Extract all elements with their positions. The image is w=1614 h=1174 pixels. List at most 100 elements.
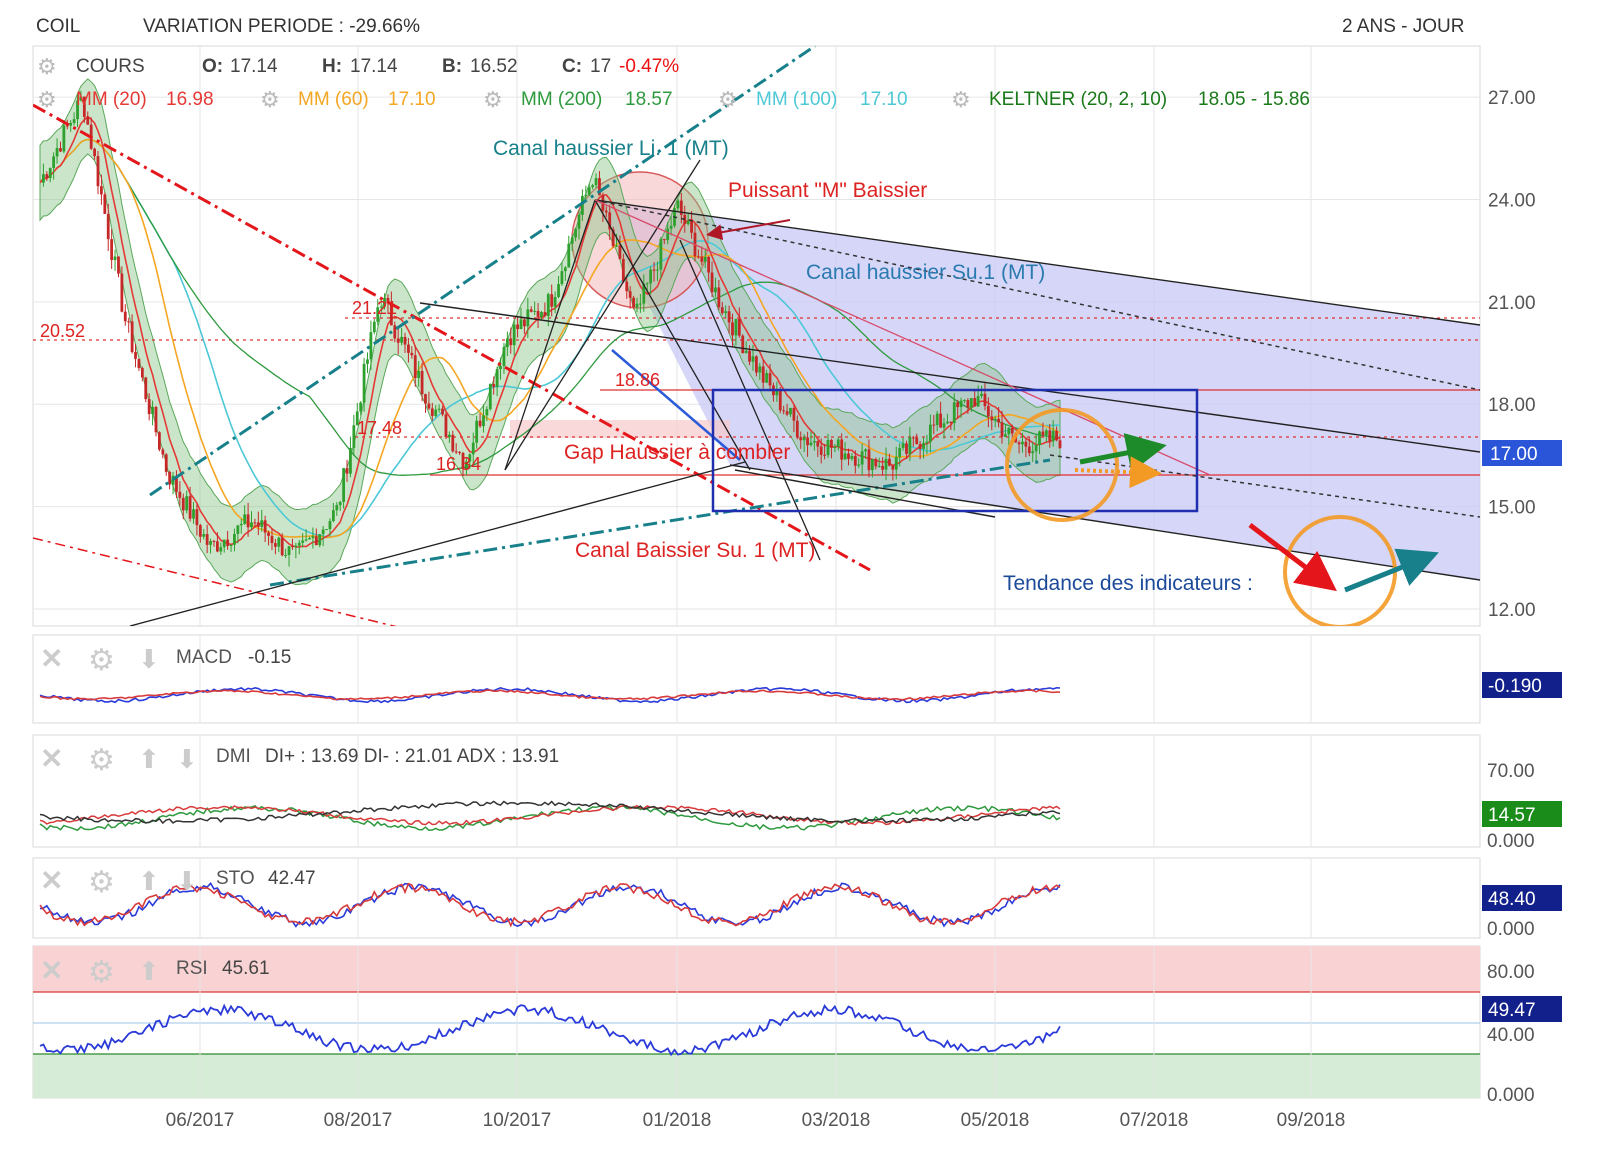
candle-body xyxy=(335,505,339,511)
candle-body xyxy=(795,420,799,438)
candle-body xyxy=(509,338,513,346)
candle-body xyxy=(806,437,809,446)
candle-body xyxy=(444,414,448,438)
arrow-down-icon[interactable]: ⬇ xyxy=(176,744,198,774)
arrow-down-icon[interactable]: ⬇ xyxy=(138,644,160,674)
close-icon[interactable]: ✕ xyxy=(40,643,63,674)
candle-body xyxy=(676,200,680,209)
candle-body xyxy=(727,311,731,323)
candle-body xyxy=(291,546,294,548)
candle-body xyxy=(192,509,195,519)
candle-body xyxy=(799,437,803,441)
candle-body xyxy=(983,393,987,406)
close-icon[interactable]: ✕ xyxy=(40,865,63,896)
arrow-up-icon[interactable]: ⬆ xyxy=(138,744,160,774)
candle-body xyxy=(1048,430,1052,442)
candle-body xyxy=(263,520,267,533)
candle-body xyxy=(236,525,240,534)
gear-icon[interactable]: ⚙ xyxy=(37,54,57,79)
gear-icon[interactable]: ⚙ xyxy=(88,956,115,989)
open-key: O: xyxy=(202,56,223,77)
close-icon[interactable]: ✕ xyxy=(40,743,63,774)
candle-body xyxy=(997,418,1000,423)
mm20-value: 16.98 xyxy=(166,89,214,110)
candle-body xyxy=(618,245,622,259)
candle-body xyxy=(140,368,144,378)
open-value: 17.14 xyxy=(230,56,278,77)
gear-icon[interactable]: ⚙ xyxy=(483,87,503,112)
keltner-value: 18.05 - 15.86 xyxy=(1198,89,1310,110)
candle-body xyxy=(345,468,349,474)
candle-body xyxy=(301,540,305,543)
candle-body xyxy=(523,319,526,327)
candle-body xyxy=(147,399,151,415)
candle-body xyxy=(308,538,311,540)
candle-body xyxy=(407,344,410,353)
candle-body xyxy=(843,453,847,460)
gear-icon[interactable]: ⚙ xyxy=(718,87,738,112)
candle-body xyxy=(151,406,154,415)
rsi-tick-80: 80.00 xyxy=(1487,962,1535,983)
candle-body xyxy=(321,529,325,535)
candle-body xyxy=(973,398,977,407)
annotation-gap: Gap Haussier à combler xyxy=(564,441,790,464)
x-tick-label: 03/2018 xyxy=(802,1110,871,1131)
candle-body xyxy=(918,444,922,449)
candle-body xyxy=(594,178,598,186)
arrow-up-icon[interactable]: ⬆ xyxy=(138,956,160,986)
candle-body xyxy=(226,539,230,546)
candle-body xyxy=(717,287,721,308)
gear-icon[interactable]: ⚙ xyxy=(260,87,280,112)
sto-label: STO xyxy=(216,868,255,889)
candle-body xyxy=(93,148,96,157)
candle-body xyxy=(819,446,823,455)
gear-icon[interactable]: ⚙ xyxy=(88,866,115,899)
candle-body xyxy=(42,174,45,183)
candle-body xyxy=(990,416,994,421)
candle-body xyxy=(734,319,738,336)
candle-body xyxy=(898,447,902,458)
candle-body xyxy=(942,423,946,428)
candle-body xyxy=(287,546,291,555)
candle-body xyxy=(55,148,59,157)
candle-body xyxy=(669,225,673,229)
candle-body xyxy=(447,434,451,438)
candle-body xyxy=(604,210,608,213)
arrow-up-icon[interactable]: ⬆ xyxy=(138,866,160,896)
candle-body xyxy=(396,338,400,343)
candle-body xyxy=(659,239,663,270)
annotation-canal-haussier-su: Canal haussier Su.1 (MT) xyxy=(806,261,1045,284)
candle-body xyxy=(690,221,693,233)
candle-body xyxy=(785,411,789,415)
candle-body xyxy=(1017,442,1021,445)
candle-body xyxy=(696,256,700,258)
candle-body xyxy=(963,400,966,402)
candle-body xyxy=(270,535,274,544)
candle-body xyxy=(318,534,322,546)
gear-icon[interactable]: ⚙ xyxy=(951,87,971,112)
mm60-label: MM (60) xyxy=(298,89,369,110)
candle-body xyxy=(574,228,577,238)
candle-body xyxy=(894,457,898,470)
candle-body xyxy=(703,256,707,262)
candle-body xyxy=(103,194,107,214)
x-tick-label: 05/2018 xyxy=(961,1110,1030,1131)
candle-body xyxy=(372,321,376,333)
gear-icon[interactable]: ⚙ xyxy=(88,744,115,777)
close-change: -0.47% xyxy=(619,56,679,77)
candle-body xyxy=(413,355,417,378)
candle-body xyxy=(1051,430,1055,442)
candle-body xyxy=(754,356,758,373)
candle-body xyxy=(662,239,666,241)
close-icon[interactable]: ✕ xyxy=(40,955,63,986)
gear-icon[interactable]: ⚙ xyxy=(88,644,115,677)
chart-canvas[interactable]: Canal haussier Li. 1 (MT) Puissant "M" B… xyxy=(0,0,1614,1174)
candle-body xyxy=(925,441,929,443)
gear-icon[interactable]: ⚙ xyxy=(37,87,57,112)
candle-body xyxy=(939,413,943,428)
candle-body xyxy=(243,514,247,524)
macd-value: -0.15 xyxy=(248,647,291,668)
candle-body xyxy=(540,312,543,318)
arrow-down-icon[interactable]: ⬇ xyxy=(176,866,198,896)
candle-body xyxy=(812,441,816,443)
